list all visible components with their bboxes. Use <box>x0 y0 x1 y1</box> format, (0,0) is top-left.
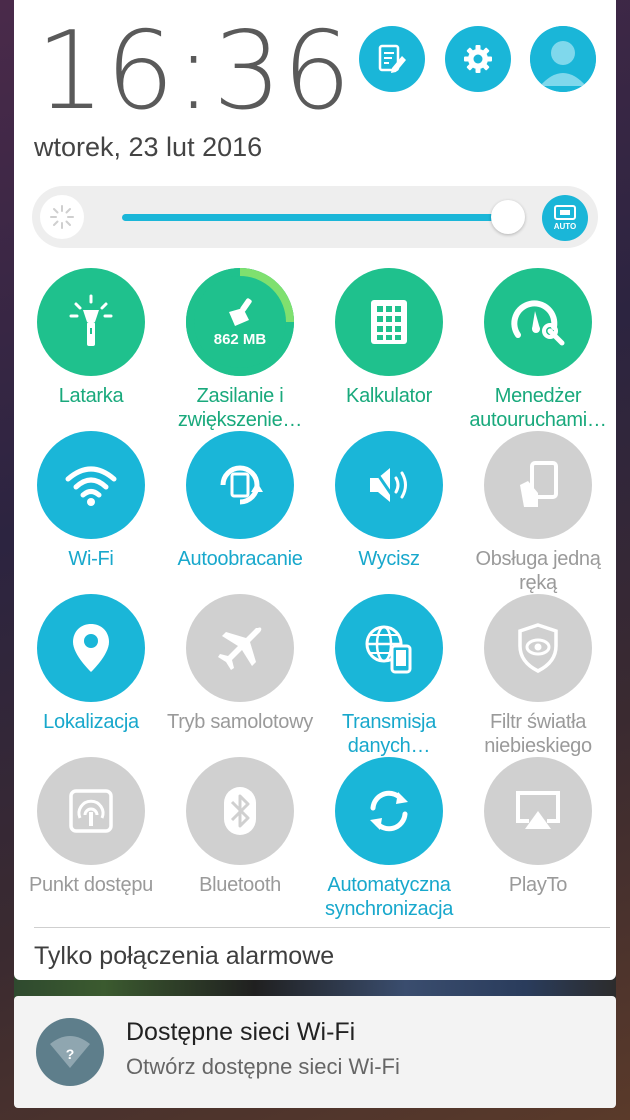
tile-one-hand[interactable]: Obsługa jedną ręką <box>463 431 613 595</box>
brightness-thumb[interactable] <box>491 200 525 234</box>
user-avatar <box>530 26 596 92</box>
tile-calculator-button[interactable] <box>335 268 443 376</box>
clock-time: 16:36 <box>36 9 353 134</box>
wifi-question-icon: ? <box>36 1018 104 1086</box>
tile-wifi-button[interactable] <box>37 431 145 539</box>
tile-wifi[interactable]: Wi-Fi <box>16 431 166 571</box>
tile-blue-light-filter-label: Filtr światła niebieskiego <box>484 711 592 757</box>
tile-mobile-data-label: Transmisja danych… <box>341 711 437 757</box>
brightness-slider[interactable]: AUTO <box>32 186 598 248</box>
wifi-icon <box>65 466 117 506</box>
tile-location[interactable]: Lokalizacja <box>16 594 166 734</box>
tile-playto-label: PlayTo <box>508 874 568 896</box>
broom-icon <box>229 298 252 326</box>
tile-airplane-mode-button[interactable] <box>186 594 294 702</box>
flashlight-icon <box>69 294 113 346</box>
location-pin-icon <box>73 624 109 672</box>
screen-cast-icon <box>516 791 560 829</box>
svg-text:?: ? <box>66 1046 75 1062</box>
tile-autostart-manager[interactable]: Menedżer autouruchami… <box>463 268 613 432</box>
tile-bluetooth[interactable]: Bluetooth <box>165 757 315 897</box>
quick-settings-panel: 16:36 wtorek, 23 lut 2016 AUTO Latarka 8… <box>14 0 616 980</box>
tile-wifi-label: Wi-Fi <box>68 548 114 570</box>
tile-location-button[interactable] <box>37 594 145 702</box>
memory-badge: 862 MB <box>213 331 267 348</box>
tile-mute[interactable]: Wycisz <box>314 431 464 571</box>
rotate-icon <box>220 465 263 505</box>
tile-blue-light-filter-button[interactable] <box>484 594 592 702</box>
tile-mobile-data-button[interactable] <box>335 594 443 702</box>
globe-data-icon <box>365 625 412 674</box>
edit-icon <box>378 44 406 73</box>
gear-icon <box>464 45 492 73</box>
brightness-low-icon <box>40 195 84 239</box>
tile-hotspot-button[interactable] <box>37 757 145 865</box>
calculator-icon <box>371 300 407 344</box>
auto-brightness-icon <box>554 205 576 220</box>
tile-auto-sync-button[interactable] <box>335 757 443 865</box>
tile-autorotate-button[interactable] <box>186 431 294 539</box>
divider <box>34 927 610 928</box>
tile-power-boost-button[interactable]: 862 MB <box>186 268 294 376</box>
notification-text: Otwórz dostępne sieci Wi-Fi <box>126 1054 400 1079</box>
tile-bluetooth-button[interactable] <box>186 757 294 865</box>
tile-calculator[interactable]: Kalkulator <box>314 268 464 408</box>
tile-mute-button[interactable] <box>335 431 443 539</box>
tile-one-hand-button[interactable] <box>484 431 592 539</box>
bluetooth-icon <box>224 787 256 835</box>
tile-power-boost[interactable]: 862 MB Zasilanie i zwiększenie… <box>165 268 315 432</box>
auto-brightness-label: AUTO <box>553 222 577 231</box>
speaker-mute-icon <box>370 468 407 502</box>
network-status-text: Tylko połączenia alarmowe <box>34 942 335 970</box>
user-avatar-button[interactable] <box>530 26 596 92</box>
settings-button[interactable] <box>445 26 511 92</box>
brightness-track <box>122 214 508 221</box>
tile-auto-sync[interactable]: Automatyczna synchronizacja <box>314 757 464 921</box>
tile-playto-button[interactable] <box>484 757 592 865</box>
auto-brightness-button[interactable]: AUTO <box>542 195 588 241</box>
tile-power-boost-label: Zasilanie i zwiększenie… <box>177 385 303 431</box>
tile-airplane-mode[interactable]: Tryb samolotowy <box>165 594 315 734</box>
notification-title: Dostępne sieci Wi-Fi <box>126 1018 356 1046</box>
tile-calculator-label: Kalkulator <box>346 385 432 407</box>
tile-playto[interactable]: PlayTo <box>463 757 613 897</box>
airplane-icon <box>218 627 262 670</box>
sync-icon <box>370 790 408 832</box>
wifi-notification[interactable]: ? Dostępne sieci Wi-Fi Otwórz dostępne s… <box>14 996 616 1108</box>
tile-airplane-mode-label: Tryb samolotowy <box>167 711 313 733</box>
tile-autostart-manager-button[interactable] <box>484 268 592 376</box>
tile-bluetooth-label: Bluetooth <box>199 874 281 896</box>
tile-flashlight-button[interactable] <box>37 268 145 376</box>
tile-blue-light-filter[interactable]: Filtr światła niebieskiego <box>463 594 613 758</box>
one-hand-icon <box>520 461 558 507</box>
tile-mobile-data[interactable]: Transmisja danych… <box>314 594 464 758</box>
shield-eye-icon <box>518 623 558 673</box>
tile-hotspot[interactable]: Punkt dostępu <box>16 757 166 897</box>
tile-auto-sync-label: Automatyczna synchronizacja <box>324 874 454 920</box>
tile-autorotate-label: Autoobracanie <box>177 548 303 570</box>
tile-autorotate[interactable]: Autoobracanie <box>165 431 315 571</box>
speedometer-wrench-icon <box>511 300 565 346</box>
hotspot-icon <box>69 789 113 833</box>
edit-button[interactable] <box>359 26 425 92</box>
tile-autostart-manager-label: Menedżer autouruchami… <box>469 385 607 431</box>
tile-flashlight[interactable]: Latarka <box>16 268 166 408</box>
tile-location-label: Lokalizacja <box>43 711 139 733</box>
clock-date: wtorek, 23 lut 2016 <box>34 132 263 162</box>
tile-mute-label: Wycisz <box>358 548 420 570</box>
tile-flashlight-label: Latarka <box>58 385 124 407</box>
tile-hotspot-label: Punkt dostępu <box>29 874 153 896</box>
tile-one-hand-label: Obsługa jedną ręką <box>475 548 601 594</box>
